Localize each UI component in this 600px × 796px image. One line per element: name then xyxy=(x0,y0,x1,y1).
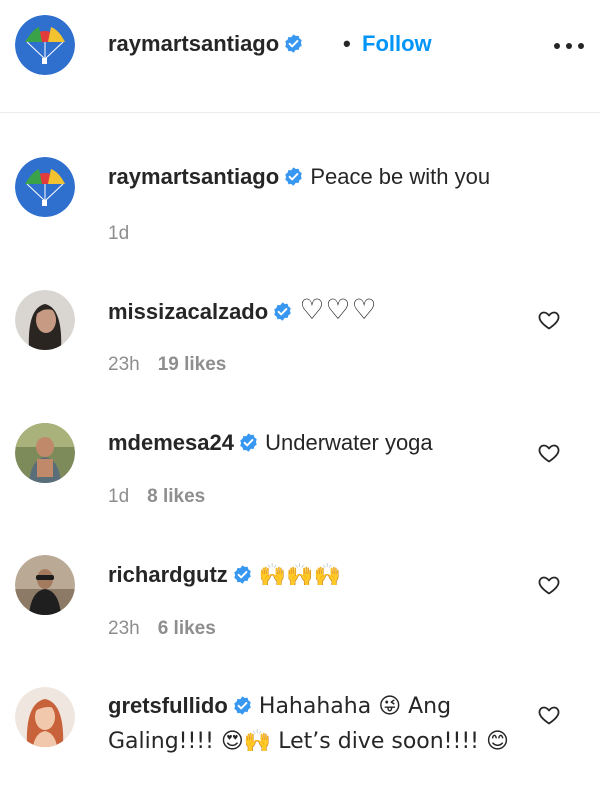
verified-badge-icon xyxy=(238,432,259,453)
comment-body: mdemesa24 Underwater yoga xyxy=(108,425,528,461)
user-photo-avatar xyxy=(15,423,75,483)
comment-text: 🙌🙌🙌 xyxy=(258,563,342,588)
verified-badge-icon xyxy=(232,564,253,585)
comment-likes[interactable]: 6 likes xyxy=(158,618,216,639)
comment-time[interactable]: 1d xyxy=(108,223,129,244)
comment-likes[interactable]: 8 likes xyxy=(147,486,205,507)
avatar[interactable] xyxy=(15,423,75,483)
avatar[interactable] xyxy=(15,157,75,217)
comment-meta: 1d xyxy=(108,223,129,245)
comment-time[interactable]: 1d xyxy=(108,486,129,507)
header-username[interactable]: raymartsantiago xyxy=(108,31,279,56)
verified-badge-icon xyxy=(232,695,253,716)
verified-badge-icon xyxy=(283,166,304,187)
comment-username[interactable]: mdemesa24 xyxy=(108,430,234,455)
heart-outline-icon[interactable] xyxy=(537,308,561,332)
more-horizontal-icon[interactable] xyxy=(552,36,586,56)
verified-badge-icon xyxy=(283,33,304,54)
user-photo-avatar xyxy=(15,687,75,747)
comment-body: missizacalzado ♡♡♡ xyxy=(108,292,528,330)
avatar[interactable] xyxy=(15,687,75,747)
comment-body: richardgutz 🙌🙌🙌 xyxy=(108,557,528,594)
separator-dot: • xyxy=(343,31,351,56)
user-photo-avatar xyxy=(15,290,75,350)
comment-likes[interactable]: 19 likes xyxy=(158,354,227,375)
verified-badge-icon xyxy=(272,301,293,322)
header-username-row: raymartsantiago xyxy=(108,31,304,57)
heart-outline-icon[interactable] xyxy=(537,441,561,465)
comment-meta: 1d 8 likes xyxy=(108,486,205,508)
caption-body: raymartsantiago Peace be with you xyxy=(108,159,528,195)
comment-body: gretsfullido Hahahaha 😜 Ang Galing!!!! 😍… xyxy=(108,689,528,759)
heart-outline-icon[interactable] xyxy=(537,573,561,597)
comment-text: ♡♡♡ xyxy=(299,293,378,326)
heart-outline-icon[interactable] xyxy=(537,703,561,727)
comment-text: Underwater yoga xyxy=(265,430,433,455)
comment-meta: 23h 6 likes xyxy=(108,618,216,640)
follow-button[interactable]: Follow xyxy=(362,31,432,57)
comments-panel: raymartsantiago • Follow raymartsantiago… xyxy=(0,0,600,796)
comment-time[interactable]: 23h xyxy=(108,618,140,639)
post-header: raymartsantiago • Follow xyxy=(0,0,600,113)
comment-text: Peace be with you xyxy=(310,164,491,189)
avatar[interactable] xyxy=(15,290,75,350)
comment-username[interactable]: richardgutz xyxy=(108,562,228,587)
comment-username[interactable]: missizacalzado xyxy=(108,299,268,324)
parachute-avatar-image xyxy=(15,157,75,217)
user-photo-avatar xyxy=(15,555,75,615)
comment-meta: 23h 19 likes xyxy=(108,354,226,376)
comment-username[interactable]: gretsfullido xyxy=(108,693,228,718)
avatar[interactable] xyxy=(15,555,75,615)
comment-username[interactable]: raymartsantiago xyxy=(108,164,279,189)
parachute-avatar-image xyxy=(15,15,75,75)
comment-time[interactable]: 23h xyxy=(108,354,140,375)
avatar[interactable] xyxy=(15,15,75,75)
